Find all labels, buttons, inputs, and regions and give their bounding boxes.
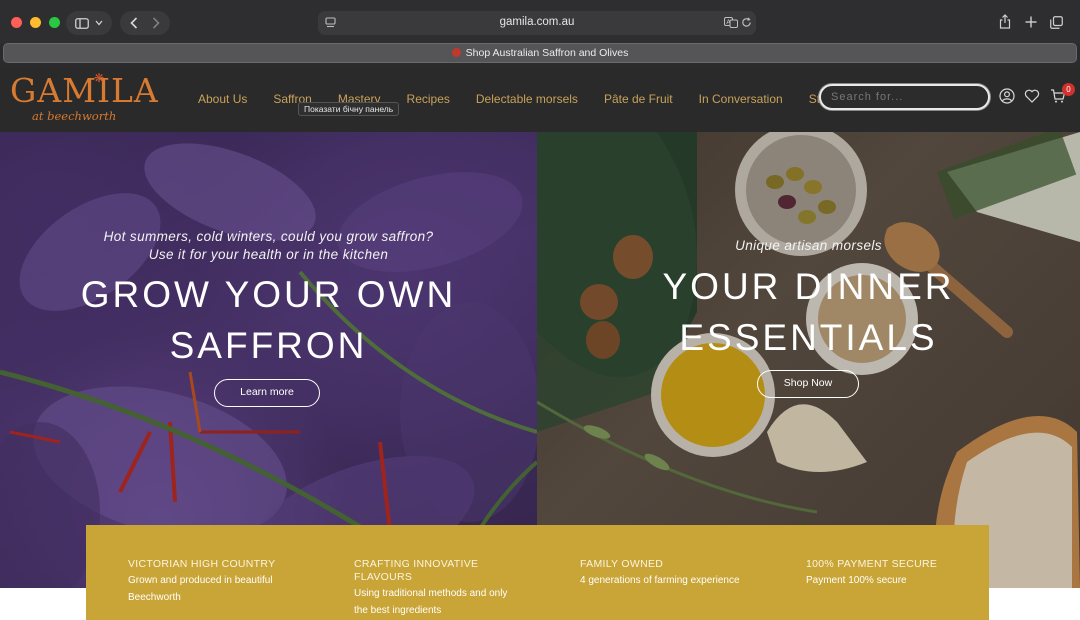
url-text: gamila.com.au xyxy=(499,16,575,28)
reload-icon[interactable] xyxy=(741,17,752,28)
close-window-button[interactable] xyxy=(11,17,22,28)
learn-more-button[interactable]: Learn more xyxy=(214,379,320,407)
browser-toolbar: gamila.com.au A xyxy=(0,0,1080,44)
hero-left-title-1: GROW YOUR OWN xyxy=(80,274,457,315)
hero-right-title-2: ESSENTIALS xyxy=(679,317,938,358)
search-input[interactable] xyxy=(821,86,988,108)
nav-delectable-morsels[interactable]: Delectable morsels xyxy=(476,92,578,106)
translate-icon[interactable]: A xyxy=(724,17,738,28)
feature-title: FAMILY OWNED xyxy=(580,558,664,570)
wishlist-heart-icon[interactable] xyxy=(1024,88,1040,104)
new-tab-icon[interactable] xyxy=(1025,16,1037,28)
address-bar[interactable]: gamila.com.au A xyxy=(318,11,756,35)
feature-payment-secure: 100% PAYMENT SECURE Payment 100% secure xyxy=(806,558,996,589)
feature-title: CRAFTING INNOVATIVE FLAVOURS xyxy=(354,558,479,583)
favicon-icon xyxy=(451,48,461,57)
sidebar-icon xyxy=(75,17,89,29)
tab-overview-icon[interactable] xyxy=(1050,16,1063,29)
shop-now-button[interactable]: Shop Now xyxy=(757,370,859,398)
hero-left-subtitle-1: Hot summers, cold winters, could you gro… xyxy=(103,229,434,244)
active-tab[interactable]: Shop Australian Saffron and Olives xyxy=(4,47,1076,59)
feature-victorian-high-country: VICTORIAN HIGH COUNTRY Grown and produce… xyxy=(128,558,318,606)
nav-recipes[interactable]: Recipes xyxy=(407,92,450,106)
feature-title: 100% PAYMENT SECURE xyxy=(806,558,938,570)
hero-saffron-banner: Hot summers, cold winters, could you gro… xyxy=(0,132,537,588)
nav-in-conversation[interactable]: In Conversation xyxy=(699,92,783,106)
tab-title: Shop Australian Saffron and Olives xyxy=(465,47,629,59)
features-band: VICTORIAN HIGH COUNTRY Grown and produce… xyxy=(86,525,989,620)
main-nav-wrapper: About Us Saffron Mastery Recipes Delecta… xyxy=(0,66,820,132)
history-nav xyxy=(120,11,170,35)
feature-family-owned: FAMILY OWNED 4 generations of farming ex… xyxy=(580,558,770,589)
feature-text: Using traditional methods and only the b… xyxy=(354,588,508,616)
hero-dinner-banner: Unique artisan morsels YOUR DINNER ESSEN… xyxy=(537,132,1080,588)
show-sidebar-button[interactable] xyxy=(66,11,112,35)
hero-left-title-2: SAFFRON xyxy=(169,325,368,366)
feature-text: Grown and produced in beautiful Beechwor… xyxy=(128,575,273,603)
feature-title: VICTORIAN HIGH COUNTRY xyxy=(128,558,276,570)
hero-right-subtitle: Unique artisan morsels xyxy=(735,238,882,253)
window-controls xyxy=(11,17,60,28)
hero-left-subtitle-2: Use it for your health or in the kitchen xyxy=(148,247,389,262)
feature-text: 4 generations of farming experience xyxy=(580,575,740,586)
sidebar-tooltip: Показати бічну панель xyxy=(298,102,400,116)
hero-right-title-1: YOUR DINNER xyxy=(662,266,955,307)
main-nav: About Us Saffron Mastery Recipes Delecta… xyxy=(198,92,820,106)
nav-about-us[interactable]: About Us xyxy=(198,92,247,106)
maximize-window-button[interactable] xyxy=(49,17,60,28)
search-box[interactable] xyxy=(819,84,990,110)
account-icon[interactable] xyxy=(999,88,1015,104)
back-icon[interactable] xyxy=(130,17,138,29)
minimize-window-button[interactable] xyxy=(30,17,41,28)
feature-crafting-innovative-flavours: CRAFTING INNOVATIVE FLAVOURS Using tradi… xyxy=(354,558,544,619)
feature-text: Payment 100% secure xyxy=(806,575,907,586)
share-icon[interactable] xyxy=(999,14,1011,29)
tab-bar[interactable]: Shop Australian Saffron and Olives xyxy=(3,43,1077,63)
cart-count-badge: 0 xyxy=(1062,83,1075,96)
forward-icon[interactable] xyxy=(152,17,160,29)
nav-pate-de-fruit[interactable]: Pâte de Fruit xyxy=(604,92,673,106)
chevron-down-icon xyxy=(95,20,103,26)
